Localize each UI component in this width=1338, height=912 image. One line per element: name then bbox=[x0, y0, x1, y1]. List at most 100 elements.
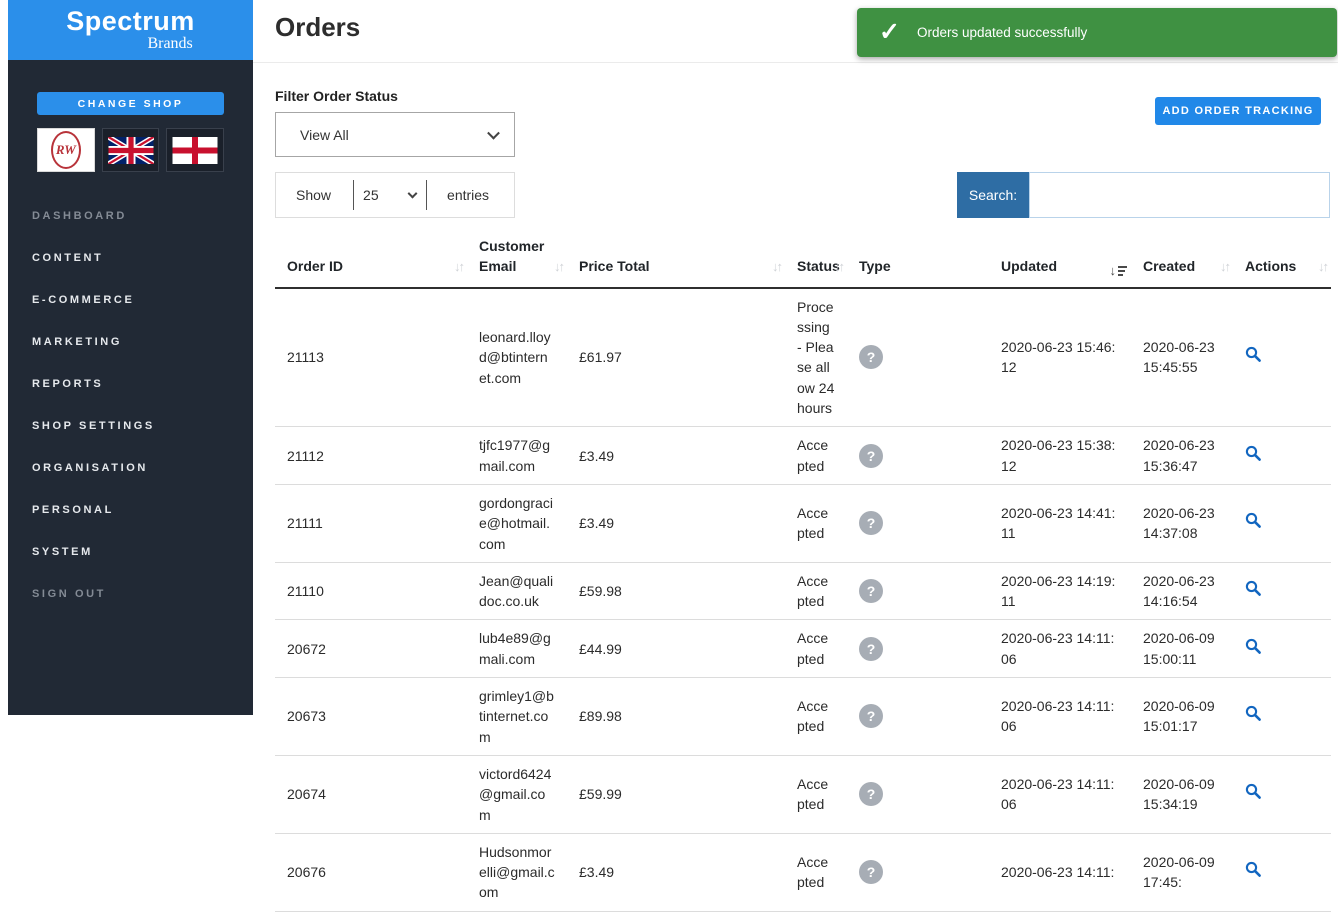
order-id-cell: 20676 bbox=[275, 833, 467, 911]
magnifier-icon bbox=[1245, 445, 1262, 462]
column-header[interactable]: Updated ↓↑ ↓ bbox=[989, 232, 1131, 288]
sidebar-nav-item[interactable]: DASHBOARD bbox=[8, 195, 253, 237]
question-help-icon[interactable]: ? bbox=[859, 444, 883, 468]
show-label: Show bbox=[296, 187, 331, 203]
magnifier-icon bbox=[1245, 512, 1262, 529]
column-header[interactable]: Type ↓↑ ↓ bbox=[847, 232, 989, 288]
order-id-cell: 21111 bbox=[275, 484, 467, 562]
change-shop-button[interactable]: CHANGE SHOP bbox=[37, 92, 224, 115]
column-header[interactable]: Status ↓↑ ↓ bbox=[785, 232, 847, 288]
customer-email-cell: leonard.lloyd@btinternet.com bbox=[467, 288, 567, 427]
price-total-cell: £89.98 bbox=[567, 678, 785, 756]
column-header-label: Updated bbox=[1001, 258, 1057, 274]
type-cell: ? bbox=[847, 678, 989, 756]
sidebar-nav-item[interactable]: CONTENT bbox=[8, 237, 253, 279]
magnifier-icon bbox=[1245, 638, 1262, 655]
customer-email-cell: Hudsonmorelli@gmail.com bbox=[467, 833, 567, 911]
shop-tile-england[interactable] bbox=[166, 128, 224, 172]
order-id-cell: 21112 bbox=[275, 427, 467, 485]
toast-message: Orders updated successfully bbox=[917, 25, 1087, 40]
magnifier-icon bbox=[1245, 580, 1262, 597]
actions-cell bbox=[1233, 427, 1331, 485]
updated-cell: 2020-06-23 14:41:11 bbox=[989, 484, 1131, 562]
customer-email-cell: lub4e89@gmali.com bbox=[467, 620, 567, 678]
orders-table-body: 21113 leonard.lloyd@btinternet.com £61.9… bbox=[275, 288, 1331, 912]
view-order-button[interactable] bbox=[1245, 783, 1262, 800]
question-help-icon[interactable]: ? bbox=[859, 511, 883, 535]
search-label: Search: bbox=[957, 172, 1029, 218]
order-id-cell: 20673 bbox=[275, 678, 467, 756]
search-input[interactable] bbox=[1029, 172, 1330, 218]
created-cell: 2020-06-09 17:45: bbox=[1131, 833, 1233, 911]
table-row: 20676 Hudsonmorelli@gmail.com £3.49 Acce… bbox=[275, 833, 1331, 911]
view-order-button[interactable] bbox=[1245, 638, 1262, 655]
england-flag-icon bbox=[172, 137, 218, 164]
question-help-icon[interactable]: ? bbox=[859, 860, 883, 884]
type-cell: ? bbox=[847, 484, 989, 562]
table-row: 21112 tjfc1977@gmail.com £3.49 Accepted … bbox=[275, 427, 1331, 485]
entries-label: entries bbox=[447, 187, 489, 203]
updated-cell: 2020-06-23 14:19:11 bbox=[989, 562, 1131, 620]
sidebar-nav-item[interactable]: PERSONAL bbox=[8, 489, 253, 531]
page-size-control: Show 25 entries bbox=[275, 172, 515, 218]
column-header[interactable]: Actions ↓↑ ↓ bbox=[1233, 232, 1331, 288]
check-icon: ✓ bbox=[879, 20, 900, 45]
view-order-button[interactable] bbox=[1245, 580, 1262, 597]
actions-cell bbox=[1233, 620, 1331, 678]
view-order-button[interactable] bbox=[1245, 512, 1262, 529]
actions-cell bbox=[1233, 833, 1331, 911]
magnifier-icon bbox=[1245, 705, 1262, 722]
sidebar-nav-item[interactable]: REPORTS bbox=[8, 363, 253, 405]
question-help-icon[interactable]: ? bbox=[859, 782, 883, 806]
page-size-value: 25 bbox=[363, 187, 379, 203]
column-header[interactable]: Order ID ↓↑ ↓ bbox=[275, 232, 467, 288]
order-id-cell: 20672 bbox=[275, 620, 467, 678]
type-cell: ? bbox=[847, 562, 989, 620]
shop-tile-royal-worcester[interactable]: RW bbox=[37, 128, 95, 172]
column-header-label: Created bbox=[1143, 258, 1195, 274]
sort-descending-active-icon: ↓ bbox=[1110, 263, 1128, 277]
status-cell: Accepted bbox=[785, 484, 847, 562]
created-cell: 2020-06-09 15:01:17 bbox=[1131, 678, 1233, 756]
column-header[interactable]: Price Total ↓↑ ↓ bbox=[567, 232, 785, 288]
updated-cell: 2020-06-23 14:11: bbox=[989, 833, 1131, 911]
page-left-strip bbox=[0, 0, 8, 715]
question-help-icon[interactable]: ? bbox=[859, 345, 883, 369]
view-order-button[interactable] bbox=[1245, 861, 1262, 878]
created-cell: 2020-06-23 14:16:54 bbox=[1131, 562, 1233, 620]
sidebar-nav-item[interactable]: E-COMMERCE bbox=[8, 279, 253, 321]
orders-table: Order ID ↓↑ ↓ Customer Email ↓↑ ↓ bbox=[275, 232, 1331, 912]
created-cell: 2020-06-23 15:36:47 bbox=[1131, 427, 1233, 485]
actions-cell bbox=[1233, 484, 1331, 562]
type-cell: ? bbox=[847, 288, 989, 427]
created-cell: 2020-06-09 15:00:11 bbox=[1131, 620, 1233, 678]
question-help-icon[interactable]: ? bbox=[859, 579, 883, 603]
sidebar-nav-item[interactable]: SHOP SETTINGS bbox=[8, 405, 253, 447]
price-total-cell: £44.99 bbox=[567, 620, 785, 678]
table-search: Search: bbox=[957, 172, 1330, 218]
question-help-icon[interactable]: ? bbox=[859, 637, 883, 661]
customer-email-cell: victord6424@gmail.com bbox=[467, 755, 567, 833]
question-help-icon[interactable]: ? bbox=[859, 704, 883, 728]
type-cell: ? bbox=[847, 755, 989, 833]
view-order-button[interactable] bbox=[1245, 445, 1262, 462]
page-size-select[interactable]: 25 bbox=[353, 180, 427, 210]
table-row: 20673 grimley1@btinternet.com £89.98 Acc… bbox=[275, 678, 1331, 756]
view-order-button[interactable] bbox=[1245, 705, 1262, 722]
add-order-tracking-button[interactable]: ADD ORDER TRACKING bbox=[1155, 97, 1321, 125]
sidebar-nav-item[interactable]: SIGN OUT bbox=[8, 573, 253, 615]
sidebar-nav-item[interactable]: MARKETING bbox=[8, 321, 253, 363]
magnifier-icon bbox=[1245, 783, 1262, 800]
sidebar-nav-item[interactable]: ORGANISATION bbox=[8, 447, 253, 489]
orders-table-header-row: Order ID ↓↑ ↓ Customer Email ↓↑ ↓ bbox=[275, 232, 1331, 288]
customer-email-cell: tjfc1977@gmail.com bbox=[467, 427, 567, 485]
column-header[interactable]: Customer Email ↓↑ ↓ bbox=[467, 232, 567, 288]
order-status-select[interactable]: View All bbox=[275, 112, 515, 157]
column-header[interactable]: Created ↓↑ ↓ bbox=[1131, 232, 1233, 288]
updated-cell: 2020-06-23 15:38:12 bbox=[989, 427, 1131, 485]
status-cell: Accepted bbox=[785, 562, 847, 620]
shop-tile-uk[interactable] bbox=[102, 128, 160, 172]
view-order-button[interactable] bbox=[1245, 346, 1262, 363]
sidebar-nav-item[interactable]: SYSTEM bbox=[8, 531, 253, 573]
updated-cell: 2020-06-23 14:11:06 bbox=[989, 678, 1131, 756]
